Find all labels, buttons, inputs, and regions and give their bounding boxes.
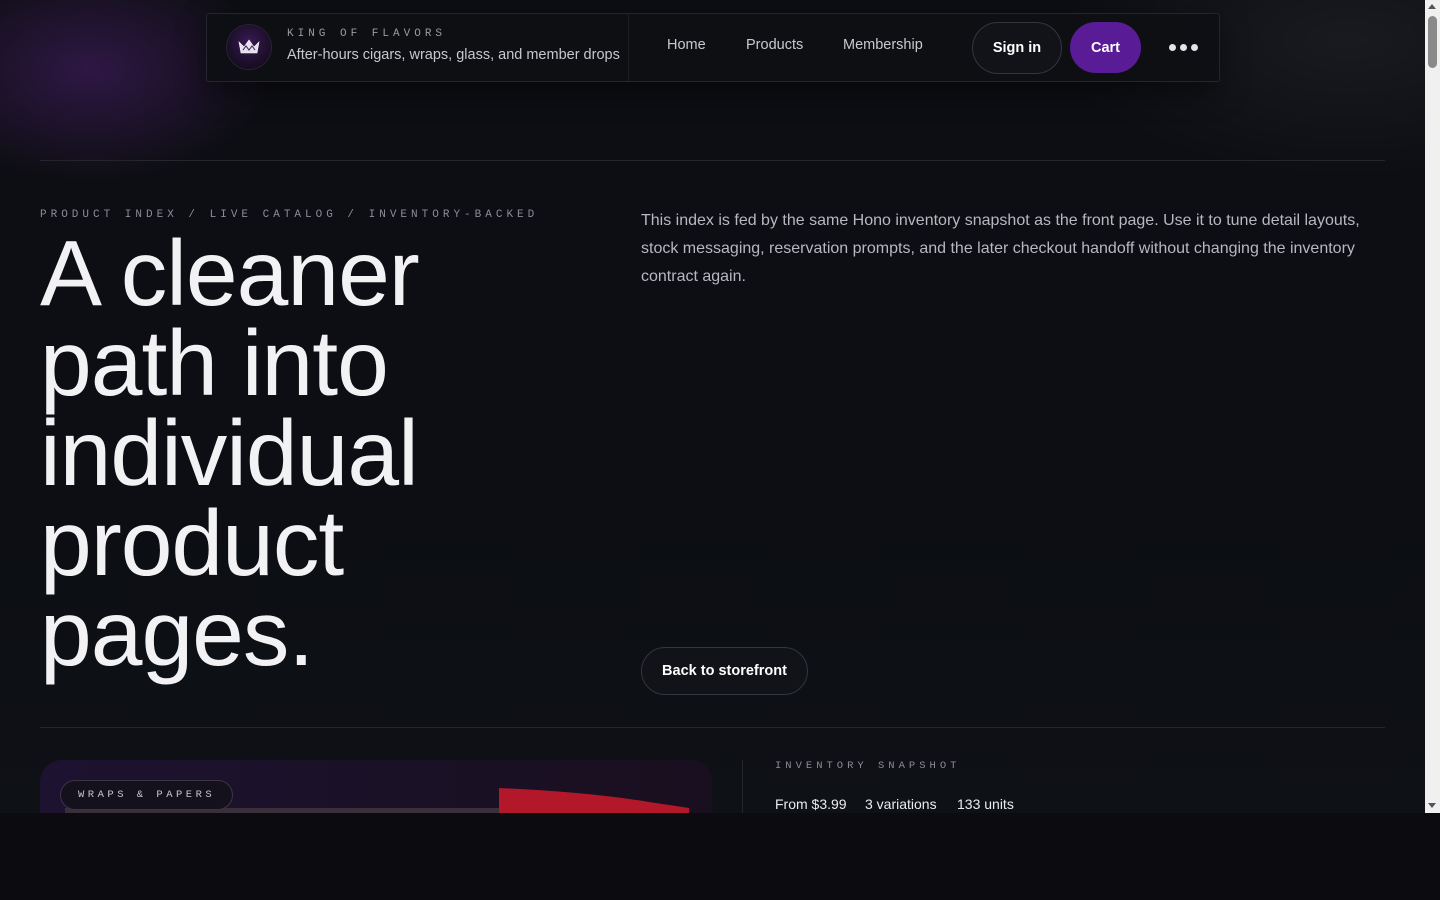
cart-button[interactable]: Cart	[1070, 22, 1141, 73]
site-header: KING OF FLAVORS After-hours cigars, wrap…	[206, 13, 1220, 82]
inventory-snapshot-label: INVENTORY SNAPSHOT	[775, 760, 961, 772]
price-from: From $3.99	[775, 796, 847, 812]
section-divider-top	[40, 160, 1385, 161]
section-divider-bottom	[40, 727, 1385, 728]
hero-headline: A cleaner path into individual product p…	[40, 221, 420, 685]
bottom-band	[0, 813, 1440, 900]
variation-count: 3 variations	[865, 796, 937, 812]
hero-eyebrow: PRODUCT INDEX / LIVE CATALOG / INVENTORY…	[40, 209, 539, 221]
more-horizontal-icon[interactable]	[1167, 44, 1201, 52]
product-card[interactable]: WRAPS & PAPERS	[40, 760, 712, 813]
nav-products[interactable]: Products	[746, 37, 803, 53]
brand-logo[interactable]	[227, 25, 271, 69]
nav-home[interactable]: Home	[667, 37, 706, 53]
category-badge: WRAPS & PAPERS	[60, 780, 234, 810]
hero-intro: This index is fed by the same Hono inven…	[641, 212, 1360, 285]
header-divider	[628, 14, 629, 81]
back-to-storefront-button[interactable]: Back to storefront	[641, 647, 808, 695]
page-viewport: KING OF FLAVORS After-hours cigars, wrap…	[0, 0, 1425, 813]
nav-membership[interactable]: Membership	[843, 37, 923, 53]
scroll-thumb[interactable]	[1428, 16, 1437, 68]
scroll-up-arrow-icon[interactable]	[1428, 4, 1436, 9]
sign-in-button[interactable]: Sign in	[972, 22, 1062, 74]
brand-tagline: After-hours cigars, wraps, glass, and me…	[287, 47, 620, 63]
scroll-down-arrow-icon[interactable]	[1428, 803, 1436, 808]
snapshot-divider	[742, 760, 743, 813]
crown-icon	[238, 39, 260, 54]
product-image	[499, 788, 689, 813]
unit-count: 133 units	[957, 796, 1014, 812]
brand-name: KING OF FLAVORS	[287, 28, 447, 40]
vertical-scrollbar[interactable]	[1425, 0, 1440, 813]
